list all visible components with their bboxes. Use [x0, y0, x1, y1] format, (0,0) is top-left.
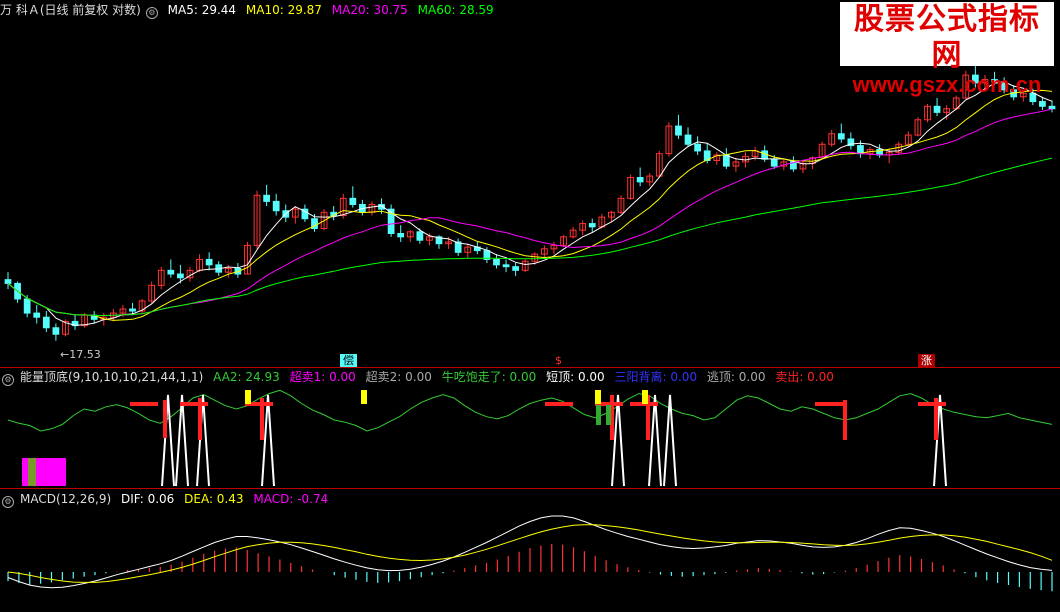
- sell-signal-cap: [545, 402, 573, 406]
- candle-body: [4, 279, 12, 284]
- chaomai1-label: 超卖1: 0.00: [289, 370, 356, 384]
- candle-body: [129, 308, 136, 312]
- tag-red: $: [555, 354, 562, 367]
- short-top-marker: [245, 390, 251, 404]
- candle-body: [1039, 101, 1046, 107]
- candle-body: [722, 154, 730, 167]
- candle-body: [167, 269, 175, 275]
- duanding-label: 短顶: 0.00: [546, 370, 605, 384]
- ma5-line: [7, 81, 1053, 326]
- macd-name[interactable]: MACD(12,26,9): [20, 492, 111, 506]
- sanyang-label: 三阳背离: 0.00: [614, 370, 698, 384]
- candle-body: [42, 316, 50, 329]
- low-price-label: ←17.53: [60, 348, 101, 361]
- macd-label: MACD: -0.74: [253, 492, 329, 506]
- dea-label: DEA: 0.43: [184, 492, 244, 506]
- candle-body: [349, 197, 357, 205]
- indicator-settings-icon[interactable]: ⚙: [2, 374, 14, 386]
- candle-body: [636, 177, 644, 183]
- watermark-url: www.gszx.com.cn: [852, 72, 1042, 97]
- candle-body: [770, 158, 778, 167]
- sell-signal-cap: [180, 402, 208, 406]
- panel-divider-2[interactable]: [0, 488, 1060, 489]
- indicator-name[interactable]: 能量顶底(9,10,10,10,21,44,1,1): [20, 370, 203, 384]
- candle-body: [263, 194, 270, 202]
- candle-body: [493, 258, 500, 266]
- top-signal-spike: [663, 394, 677, 487]
- candle-body: [52, 327, 60, 335]
- price-panel-header: 万 科Ａ(日线 前复权 对数) ⚙ MA5: 29.44 MA10: 29.87 …: [0, 1, 500, 19]
- candle-body: [675, 125, 682, 136]
- candle-body: [272, 200, 280, 212]
- stock-title[interactable]: 万 科Ａ(日线 前复权 对数): [0, 3, 141, 17]
- candle-body: [23, 298, 31, 314]
- ma60-line: [7, 157, 1053, 317]
- sell-signal-cap: [815, 402, 843, 406]
- ma10-label: MA10: 29.87: [245, 3, 322, 17]
- indicator-panel-header: ⚙ 能量顶底(9,10,10,10,21,44,1,1) AA2: 24.93 超…: [0, 368, 840, 386]
- sell-signal-bar: [163, 400, 167, 438]
- macd-settings-icon[interactable]: ⚙: [2, 496, 14, 508]
- candle-body: [933, 105, 941, 113]
- ma10-line: [7, 89, 1053, 321]
- candle-body: [502, 264, 510, 268]
- watermark-logo: 股票公式指标网 www.gszx.com.cn: [840, 2, 1054, 96]
- candle-body: [837, 133, 845, 140]
- candle-body: [416, 231, 424, 241]
- top-signal-spike: [175, 394, 189, 487]
- oversold-block-marker: [28, 458, 36, 486]
- candle-body: [397, 232, 405, 238]
- niuchi-label: 牛吃饱走了: 0.00: [441, 370, 537, 384]
- sell-signal-cap: [130, 402, 158, 406]
- candle-body: [177, 273, 184, 279]
- candle-body: [588, 223, 596, 228]
- candle-body: [512, 266, 520, 271]
- short-top-marker: [361, 390, 367, 404]
- candle-body: [33, 312, 41, 318]
- candle-body: [694, 143, 701, 152]
- settings-icon[interactable]: ⚙: [145, 7, 158, 19]
- ma5-label: MA5: 29.44: [167, 3, 237, 17]
- tag-cyan: 偿: [340, 354, 357, 367]
- top-signal-spike: [648, 394, 662, 487]
- tag-zhang: 涨: [918, 354, 935, 367]
- ma60-label: MA60: 28.59: [417, 3, 494, 17]
- low-price-value: 17.53: [69, 348, 101, 361]
- divergence-marker: [596, 405, 601, 425]
- sell-signal-cap: [918, 402, 946, 406]
- maichu-label: 卖出: 0.00: [775, 370, 834, 384]
- aa2-label: AA2: 24.93: [213, 370, 280, 384]
- candle-body: [205, 258, 213, 266]
- ma20-label: MA20: 30.75: [331, 3, 408, 17]
- taoding-label: 逃顶: 0.00: [706, 370, 766, 384]
- sell-signal-bar: [843, 400, 847, 440]
- candle-body: [684, 134, 692, 145]
- chaomai2-label: 超卖2: 0.00: [365, 370, 432, 384]
- short-top-marker: [595, 390, 601, 404]
- short-top-marker: [642, 390, 648, 404]
- candle-body: [1048, 105, 1056, 110]
- divergence-marker: [606, 405, 611, 425]
- watermark-title: 股票公式指标网: [854, 3, 1040, 72]
- macd-panel-header: ⚙ MACD(12,26,9) DIF: 0.06 DEA: 0.43 MACD:…: [0, 490, 334, 508]
- dif-label: DIF: 0.06: [120, 492, 175, 506]
